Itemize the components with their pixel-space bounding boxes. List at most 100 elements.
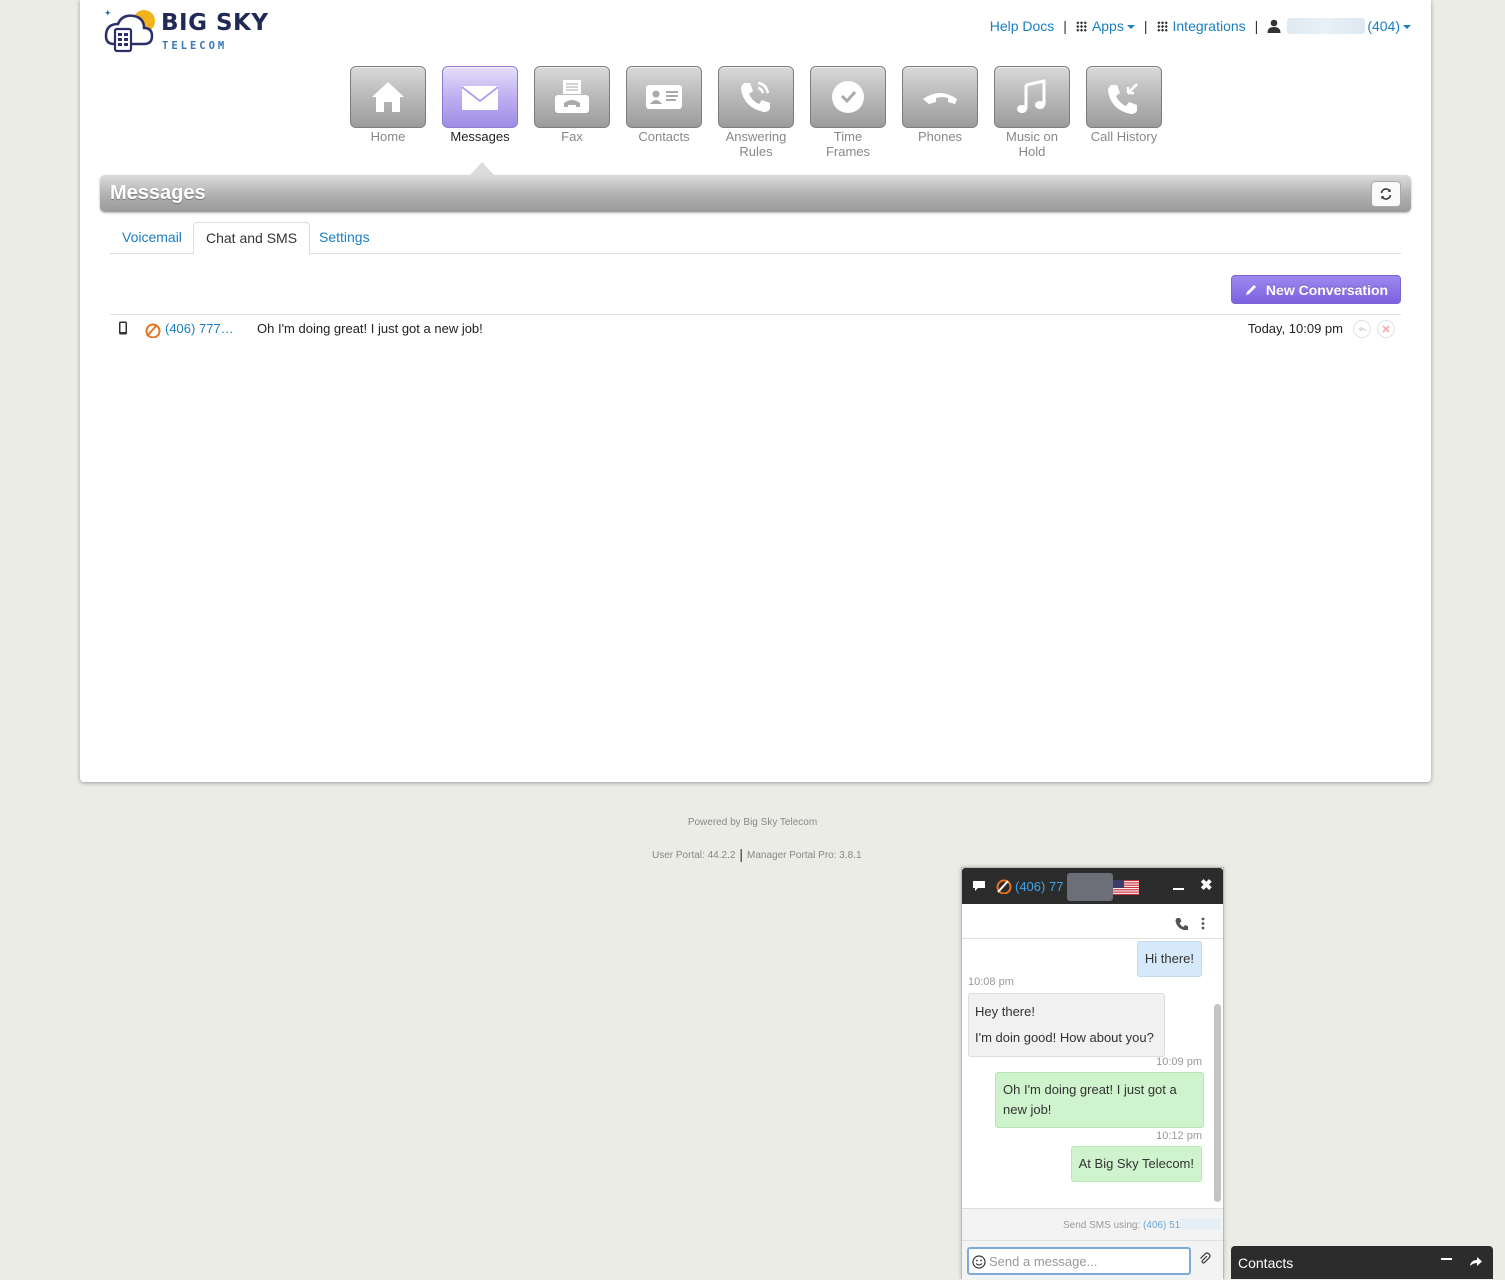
user-icon — [1267, 19, 1281, 33]
close-button[interactable]: ✖ — [1200, 876, 1213, 894]
brand-logo[interactable]: ✦ BIG SKY TELECOM — [98, 4, 268, 56]
cloud-phone-logo-icon: ✦ — [104, 9, 155, 53]
fax-icon — [555, 80, 589, 113]
conversation-list-divider — [110, 314, 1401, 315]
message-tabs: Voicemail Chat and SMS Settings — [110, 222, 1401, 255]
nav-label: Messages — [450, 129, 510, 144]
pencil-icon — [1245, 284, 1256, 295]
reply-button[interactable] — [1353, 320, 1371, 338]
delete-icon — [1382, 325, 1390, 333]
nav-label: Call History — [1090, 129, 1158, 144]
chat-input-row: Send a message... — [962, 1240, 1223, 1280]
popout-arrow-icon[interactable] — [1469, 1255, 1483, 1267]
refresh-icon — [1380, 188, 1392, 200]
new-conversation-label: New Conversation — [1265, 281, 1389, 298]
chat-window: (406) 77 ✖ Hi there! 10:08 pm Hey there!… — [961, 867, 1224, 1280]
conversation-row[interactable]: (406) 777… Oh I'm doing great! I just go… — [110, 316, 1401, 342]
home-tile — [350, 66, 426, 128]
message-bubble-outgoing: Hi there! — [1136, 941, 1202, 977]
number-redacted — [1180, 1218, 1221, 1230]
nav-time-frames[interactable]: Time Frames — [810, 66, 886, 159]
page-header: Messages — [100, 175, 1411, 212]
user-menu[interactable]: (404) — [1287, 18, 1411, 34]
nav-label: Time Frames — [825, 129, 871, 159]
tab-voicemail[interactable]: Voicemail — [110, 222, 194, 254]
chat-contact-number[interactable]: (406) 77 — [1015, 879, 1063, 894]
nav-label: Home — [370, 129, 406, 144]
send-sms-number[interactable]: (406) 51 — [1143, 1220, 1180, 1231]
call-history-icon — [1108, 83, 1138, 114]
new-conversation-button[interactable]: New Conversation — [1231, 275, 1401, 304]
phone-ringing-icon — [741, 81, 770, 112]
message-bubble-incoming: Hey there! I'm doin good! How about you? — [968, 993, 1165, 1057]
nav-label: Music on Hold — [1005, 129, 1059, 159]
nav-phones[interactable]: Phones — [902, 66, 978, 159]
home-icon — [372, 82, 404, 112]
caret-down-icon — [1126, 25, 1135, 29]
mobile-icon — [119, 321, 127, 335]
message-timestamp: 10:12 pm — [1156, 1130, 1202, 1142]
call-icon[interactable] — [1175, 917, 1188, 930]
app-nav: Home Messages Fax Contacts Answering Rule… — [350, 66, 1178, 159]
nav-music-on-hold[interactable]: Music on Hold — [994, 66, 1070, 159]
chat-messages: Hi there! 10:08 pm Hey there! I'm doin g… — [962, 939, 1223, 1206]
call-history-tile — [1086, 66, 1162, 128]
user-name-redacted — [1287, 18, 1366, 34]
integrations-link[interactable]: Integrations — [1173, 18, 1246, 34]
footer-versions: User Portal: 44.2.2 | Manager Portal Pro: … — [652, 846, 862, 862]
active-nav-pointer — [470, 162, 494, 175]
delete-button[interactable] — [1377, 320, 1395, 338]
page-title: Messages — [110, 182, 206, 204]
attach-icon[interactable] — [1198, 1252, 1212, 1266]
chat-scrollbar[interactable] — [1214, 1004, 1221, 1202]
divider: | — [1254, 18, 1259, 34]
chat-toolbar — [962, 904, 1223, 939]
top-links: Help Docs | Apps | Integrations | (404) — [990, 17, 1411, 35]
time-frames-tile — [810, 66, 886, 128]
nav-answering-rules[interactable]: Answering Rules — [718, 66, 794, 159]
tab-settings[interactable]: Settings — [307, 222, 382, 254]
more-options-icon[interactable] — [1201, 917, 1205, 930]
user-portal-version: User Portal: 44.2.2 — [652, 850, 736, 861]
contacts-label: Contacts — [1238, 1255, 1294, 1271]
clock-icon — [832, 81, 864, 113]
integrations-grid-icon — [1156, 20, 1168, 32]
handset-icon — [923, 93, 957, 104]
nav-home[interactable]: Home — [350, 66, 426, 159]
reply-icon — [1358, 326, 1367, 332]
sms-source-icon — [996, 879, 1012, 894]
brand-name: BIG SKY — [161, 10, 269, 36]
contacts-dock[interactable]: Contacts — [1231, 1246, 1493, 1279]
phones-tile — [902, 66, 978, 128]
number-redacted — [1067, 873, 1113, 901]
minimize-icon[interactable] — [1441, 1258, 1452, 1260]
message-bubble-outgoing: At Big Sky Telecom! — [1070, 1146, 1202, 1182]
minimize-button[interactable] — [1173, 888, 1184, 890]
nav-contacts[interactable]: Contacts — [626, 66, 702, 159]
contact-card-icon — [646, 85, 682, 109]
tab-chat-and-sms[interactable]: Chat and SMS — [193, 222, 311, 255]
message-input[interactable]: Send a message... — [967, 1247, 1191, 1275]
message-timestamp: 10:08 pm — [968, 976, 1014, 988]
user-extension: (404) — [1367, 18, 1400, 34]
envelope-icon — [461, 86, 499, 110]
conversation-number[interactable]: (406) 777… — [165, 321, 234, 336]
sms-source-icon — [145, 323, 161, 338]
refresh-button[interactable] — [1371, 181, 1401, 207]
apps-grid-icon — [1075, 20, 1087, 32]
apps-menu[interactable]: Apps — [1092, 18, 1135, 34]
nav-call-history[interactable]: Call History — [1086, 66, 1162, 159]
manager-portal-version: Manager Portal Pro: 3.8.1 — [747, 850, 862, 861]
nav-messages[interactable]: Messages — [442, 66, 518, 159]
music-note-icon — [1017, 79, 1046, 113]
contacts-tile — [626, 66, 702, 128]
nav-label: Fax — [561, 129, 583, 144]
footer-powered: Powered by Big Sky Telecom — [687, 817, 818, 828]
nav-label: Contacts — [638, 129, 690, 144]
emoji-icon[interactable] — [972, 1255, 986, 1269]
help-docs-link[interactable]: Help Docs — [990, 18, 1055, 34]
nav-fax[interactable]: Fax — [534, 66, 610, 159]
messages-tile — [442, 66, 518, 128]
conversation-time: Today, 10:09 pm — [1247, 321, 1343, 336]
nav-label: Answering Rules — [725, 129, 787, 159]
